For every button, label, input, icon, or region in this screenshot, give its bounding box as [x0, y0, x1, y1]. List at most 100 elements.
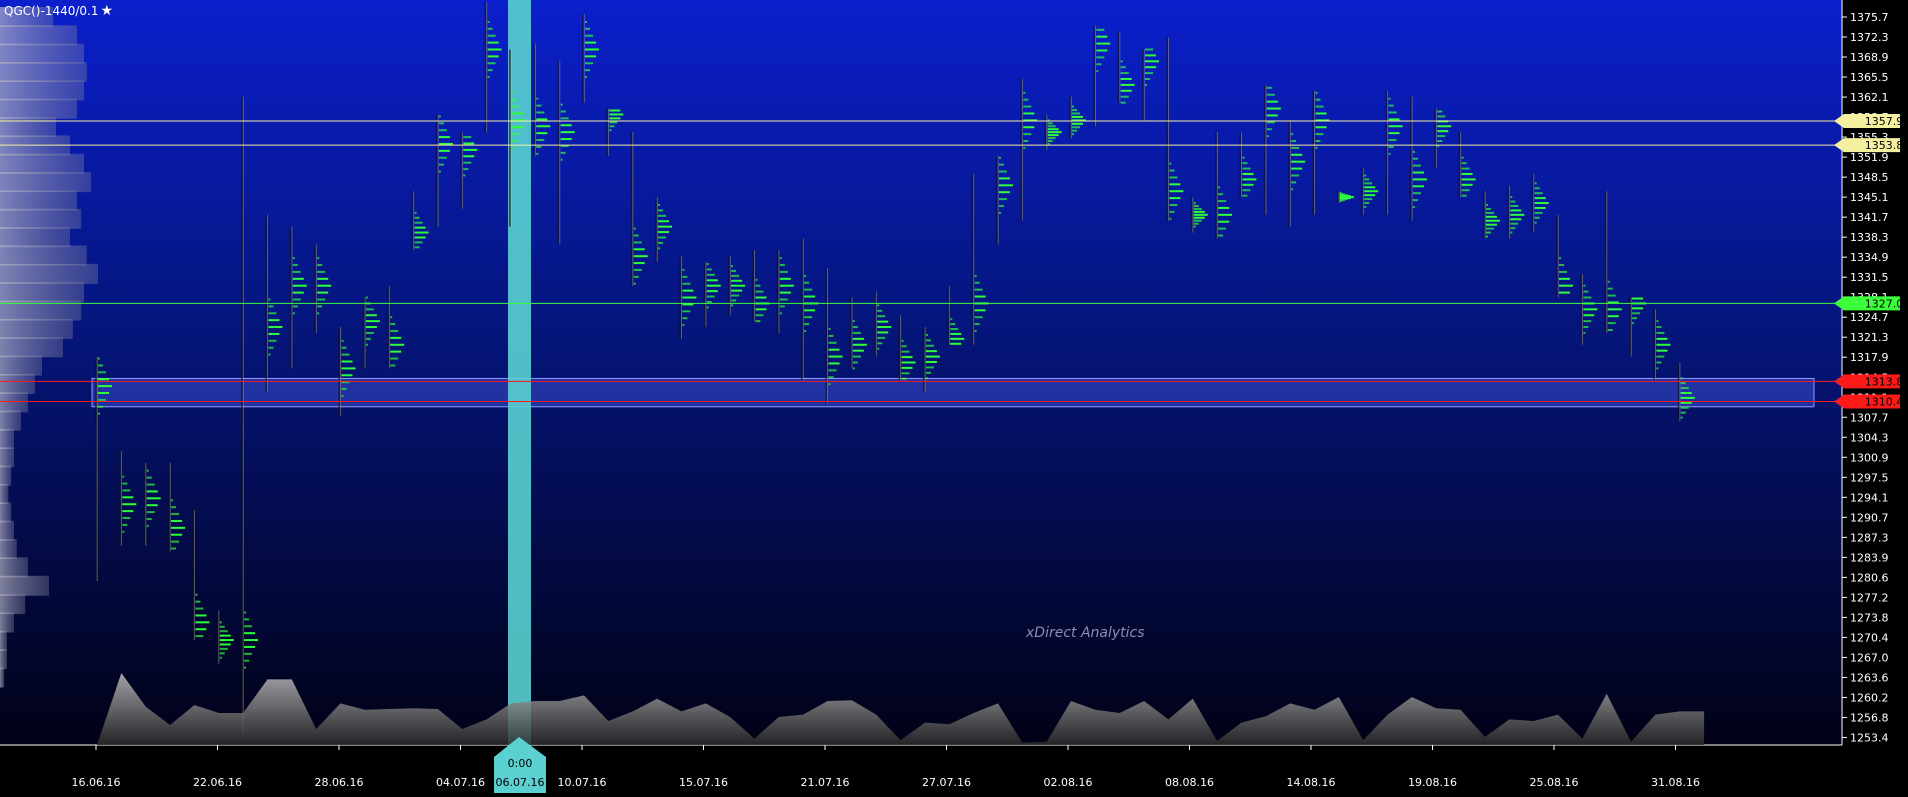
profile-row: [877, 331, 889, 334]
candle-body: [1653, 309, 1656, 381]
profile-row: [974, 309, 986, 312]
profile-row: [317, 298, 326, 301]
profile-row: [1169, 217, 1172, 220]
x-tick-label: 08.08.16: [1165, 776, 1214, 789]
profile-bar: [0, 539, 17, 560]
profile-row: [1193, 222, 1199, 225]
profile-row: [1169, 183, 1181, 186]
y-tick-label: 1287.3: [1850, 531, 1889, 544]
profile-row: [98, 405, 103, 408]
profile-bar: [0, 62, 87, 83]
profile-row: [1485, 203, 1488, 206]
profile-row: [244, 632, 256, 635]
profile-row: [122, 510, 134, 513]
profile-row: [1364, 182, 1373, 185]
profile-row: [414, 246, 420, 249]
profile-row: [146, 517, 152, 520]
profile-row: [998, 163, 1004, 166]
profile-row: [438, 129, 447, 132]
candle-body: [679, 256, 682, 339]
profile-row: [146, 469, 149, 472]
profile-row: [560, 158, 563, 161]
profile-row: [219, 634, 231, 637]
profile-row: [1120, 60, 1123, 63]
profile-row: [1291, 153, 1303, 156]
profile-row: [706, 279, 718, 282]
profile-row: [974, 274, 977, 277]
candle-body: [1069, 96, 1071, 139]
profile-row: [195, 607, 204, 610]
profile-row: [682, 296, 697, 299]
profile-row: [122, 517, 131, 520]
profile-row: [706, 306, 709, 309]
y-tick-label: 1256.8: [1850, 711, 1889, 724]
profile-row: [1291, 133, 1294, 136]
profile-row: [1607, 329, 1613, 332]
profile-row: [1437, 115, 1446, 118]
profile-row: [1266, 121, 1275, 124]
profile-row: [1047, 140, 1053, 143]
x-tick-label: 28.06.16: [315, 776, 364, 789]
profile-row: [317, 264, 323, 267]
profile-row: [877, 304, 880, 307]
profile-row: [463, 161, 472, 164]
profile-row: [511, 112, 523, 115]
profile-row: [1412, 199, 1418, 202]
profile-row: [1632, 307, 1644, 310]
profile-row: [779, 284, 794, 287]
profile-row: [901, 350, 910, 353]
profile-row: [682, 324, 685, 327]
profile-row: [682, 268, 685, 271]
profile-row: [852, 337, 864, 340]
profile-row: [1145, 48, 1154, 51]
profile-row: [1120, 72, 1129, 75]
candle-body: [630, 132, 633, 286]
profile-row: [852, 326, 858, 329]
star-icon[interactable]: ★: [100, 3, 113, 19]
profile-bar: [0, 25, 77, 46]
profile-row: [1607, 280, 1610, 283]
profile-row: [1461, 178, 1476, 181]
profile-row: [1242, 178, 1257, 181]
profile-row: [268, 346, 274, 349]
profile-row: [1656, 331, 1665, 334]
profile-row: [244, 659, 250, 662]
profile-row: [755, 284, 761, 287]
watermark: xDirect Analytics: [1026, 625, 1145, 641]
profile-row: [974, 316, 983, 319]
y-tick-label: 1273.8: [1850, 611, 1889, 624]
profile-row: [1534, 216, 1540, 219]
profile-row: [877, 315, 886, 318]
profile-row: [487, 55, 499, 58]
profile-row: [609, 117, 621, 120]
profile-row: [998, 156, 1001, 159]
profile-row: [706, 300, 712, 303]
profile-row: [1096, 49, 1108, 52]
x-tick-label: 16.06.16: [72, 776, 121, 789]
profile-bar: [0, 428, 14, 449]
symbol-title[interactable]: QGC()-1440/0.1 ★: [4, 3, 113, 19]
profile-row: [633, 268, 642, 271]
profile-row: [1656, 361, 1662, 364]
profile-row: [536, 104, 542, 107]
profile-row: [609, 109, 621, 112]
profile-row: [98, 371, 106, 374]
profile-row: [1145, 54, 1157, 57]
candle-body: [1239, 132, 1242, 198]
profile-row: [1315, 126, 1327, 129]
candle-body: [1117, 31, 1120, 103]
profile-row: [341, 339, 344, 342]
x-tick-label: 19.08.16: [1408, 776, 1457, 789]
profile-row: [828, 362, 840, 365]
profile-row: [1559, 284, 1573, 287]
profile-row: [1291, 160, 1306, 163]
x-tick-label: 27.07.16: [922, 776, 971, 789]
profile-row: [585, 48, 599, 51]
profile-row: [244, 611, 247, 614]
candle-body: [1677, 362, 1680, 422]
profile-row: [633, 275, 639, 278]
profile-row: [171, 513, 180, 516]
chart-canvas[interactable]: 1375.71372.31368.91365.51362.11358.71355…: [0, 0, 1908, 797]
profile-row: [1266, 107, 1281, 110]
profile-bar: [0, 98, 77, 119]
